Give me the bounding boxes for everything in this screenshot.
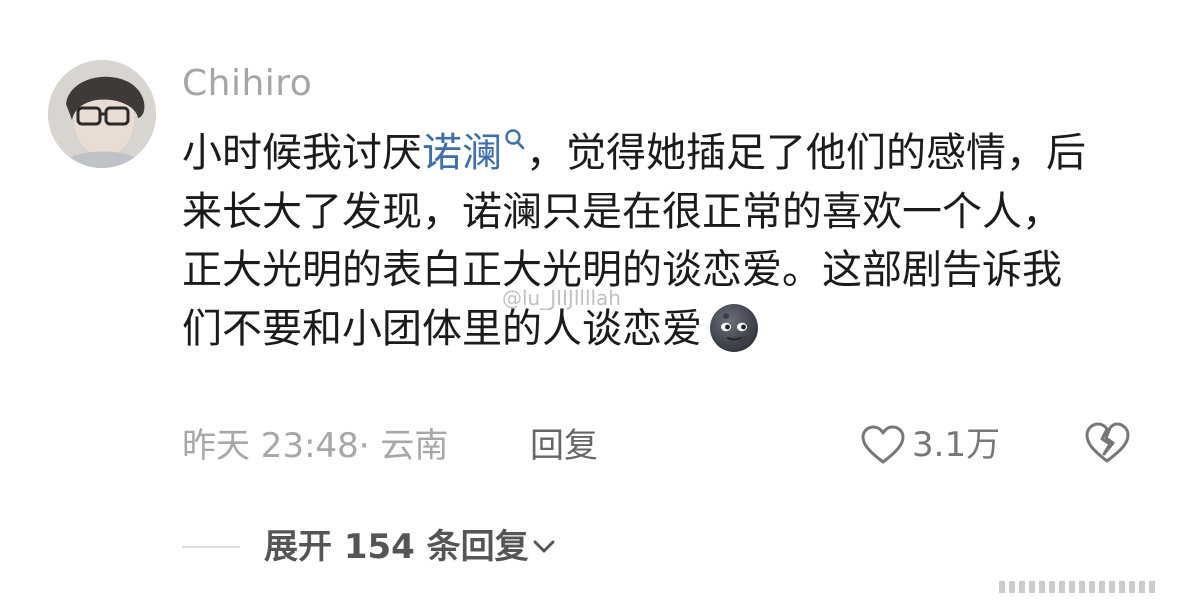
- like-count: 3.1万: [912, 425, 1001, 465]
- dislike-button[interactable]: [1082, 420, 1132, 470]
- timestamp: 昨天 23:48· 云南: [182, 426, 449, 466]
- mention-label: 诺澜: [422, 130, 502, 176]
- divider: [182, 546, 240, 548]
- comment-text: 小时候我讨厌诺澜 ，觉得她插足了他们的感情，后来长大了发现，诺澜只是在很正常的喜欢…: [182, 124, 1092, 358]
- watermark-pattern: [999, 581, 1155, 593]
- chevron-down-icon: [533, 540, 555, 553]
- broken-heart-icon: [1085, 422, 1130, 463]
- avatar[interactable]: [48, 60, 156, 168]
- expand-replies-label: 展开 154 条回复: [264, 527, 529, 567]
- comment-meta: 昨天 23:48· 云南 回复 3.1万: [182, 420, 1142, 470]
- reply-button[interactable]: 回复: [530, 424, 598, 468]
- comment-text-start: 小时候我讨厌: [182, 130, 422, 176]
- expand-replies-button[interactable]: 展开 154 条回复: [264, 525, 559, 569]
- heart-icon: [861, 425, 905, 464]
- mention-link[interactable]: 诺澜: [422, 129, 526, 176]
- username[interactable]: Chihiro: [182, 62, 312, 106]
- like-button[interactable]: 3.1万: [860, 420, 1000, 470]
- expand-replies-row: 展开 154 条回复: [182, 522, 559, 572]
- avatar-photo: [48, 60, 156, 168]
- search-icon: [505, 129, 525, 150]
- new-moon-face-emoji: [710, 303, 758, 352]
